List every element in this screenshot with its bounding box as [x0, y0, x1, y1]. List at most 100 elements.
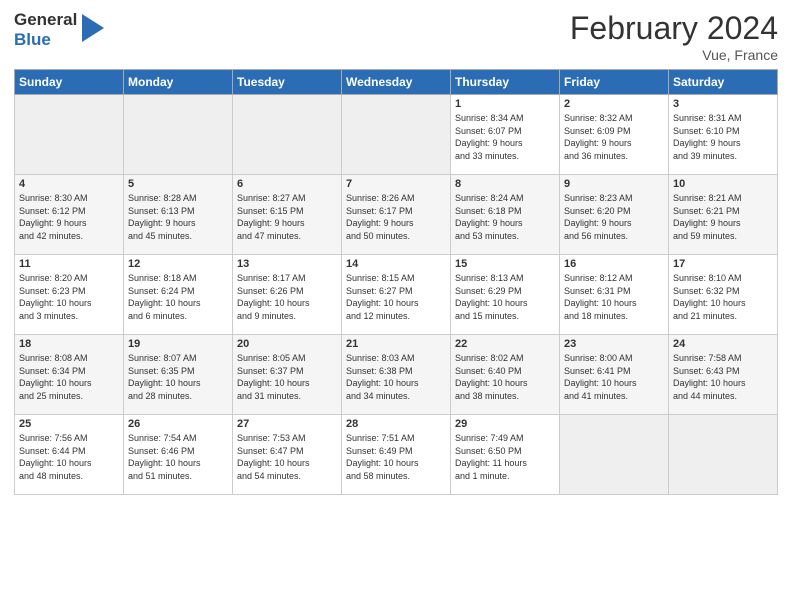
- day-info: Sunrise: 8:18 AM Sunset: 6:24 PM Dayligh…: [128, 272, 228, 322]
- day-cell: 19Sunrise: 8:07 AM Sunset: 6:35 PM Dayli…: [124, 335, 233, 415]
- day-cell: 7Sunrise: 8:26 AM Sunset: 6:17 PM Daylig…: [342, 175, 451, 255]
- day-number: 16: [564, 258, 664, 270]
- day-info: Sunrise: 8:26 AM Sunset: 6:17 PM Dayligh…: [346, 192, 446, 242]
- day-cell: 22 Sunrise: 8:02 AM Sunset: 6:40 PM Dayli…: [451, 335, 560, 415]
- day-cell: [669, 415, 778, 495]
- day-cell: [15, 95, 124, 175]
- header-row: SundayMondayTuesdayWednesdayThursdayFrid…: [15, 70, 778, 95]
- day-number: 12: [128, 258, 228, 270]
- day-info: Sunrise: 7:51 AM Sunset: 6:49 PM Dayligh…: [346, 432, 446, 482]
- day-cell: 21 Sunrise: 8:03 AM Sunset: 6:38 PM Dayli…: [342, 335, 451, 415]
- day-info: Sunrise: 8:05 AM Sunset: 6:37 PM Dayligh…: [237, 352, 337, 402]
- day-number: 14: [346, 258, 446, 270]
- col-header-thursday: Thursday: [451, 70, 560, 95]
- day-info: Sunrise: 8:21 AM Sunset: 6:21 PM Dayligh…: [673, 192, 773, 242]
- day-cell: 24 Sunrise: 7:58 AM Sunset: 6:43 PM Dayli…: [669, 335, 778, 415]
- day-info: Sunrise: 8:17 AM Sunset: 6:26 PM Dayligh…: [237, 272, 337, 322]
- day-cell: 23 Sunrise: 8:00 AM Sunset: 6:41 PM Dayli…: [560, 335, 669, 415]
- day-cell: 6 Sunrise: 8:27 AM Sunset: 6:15 PM Daylig…: [233, 175, 342, 255]
- day-number: 23: [564, 338, 664, 350]
- day-info: Sunrise: 8:24 AM Sunset: 6:18 PM Dayligh…: [455, 192, 555, 242]
- day-cell: [342, 95, 451, 175]
- day-info: Sunrise: 8:12 AM Sunset: 6:31 PM Dayligh…: [564, 272, 664, 322]
- header: General Blue February 2024 Vue, France: [14, 10, 778, 63]
- day-info: Sunrise: 7:49 AM Sunset: 6:50 PM Dayligh…: [455, 432, 555, 482]
- day-number: 6: [237, 178, 337, 190]
- day-cell: 5 Sunrise: 8:28 AM Sunset: 6:13 PM Daylig…: [124, 175, 233, 255]
- day-number: 17: [673, 258, 773, 270]
- col-header-sunday: Sunday: [15, 70, 124, 95]
- day-cell: 10 Sunrise: 8:21 AM Sunset: 6:21 PM Dayli…: [669, 175, 778, 255]
- day-cell: 25 Sunrise: 7:56 AM Sunset: 6:44 PM Dayli…: [15, 415, 124, 495]
- day-number: 19: [128, 338, 228, 350]
- day-cell: [233, 95, 342, 175]
- week-row-3: 18Sunrise: 8:08 AM Sunset: 6:34 PM Dayli…: [15, 335, 778, 415]
- day-info: Sunrise: 8:03 AM Sunset: 6:38 PM Dayligh…: [346, 352, 446, 402]
- day-cell: 17 Sunrise: 8:10 AM Sunset: 6:32 PM Dayli…: [669, 255, 778, 335]
- day-info: Sunrise: 8:27 AM Sunset: 6:15 PM Dayligh…: [237, 192, 337, 242]
- day-number: 13: [237, 258, 337, 270]
- day-number: 10: [673, 178, 773, 190]
- day-info: Sunrise: 8:23 AM Sunset: 6:20 PM Dayligh…: [564, 192, 664, 242]
- day-cell: 16 Sunrise: 8:12 AM Sunset: 6:31 PM Dayli…: [560, 255, 669, 335]
- day-info: Sunrise: 7:54 AM Sunset: 6:46 PM Dayligh…: [128, 432, 228, 482]
- day-number: 5: [128, 178, 228, 190]
- day-cell: 1Sunrise: 8:34 AM Sunset: 6:07 PM Daylig…: [451, 95, 560, 175]
- day-cell: 3Sunrise: 8:31 AM Sunset: 6:10 PM Daylig…: [669, 95, 778, 175]
- day-cell: 2 Sunrise: 8:32 AM Sunset: 6:09 PM Daylig…: [560, 95, 669, 175]
- day-cell: 15 Sunrise: 8:13 AM Sunset: 6:29 PM Dayli…: [451, 255, 560, 335]
- logo-text: General Blue: [14, 10, 77, 49]
- day-info: Sunrise: 8:00 AM Sunset: 6:41 PM Dayligh…: [564, 352, 664, 402]
- title-block: February 2024 Vue, France: [570, 10, 778, 63]
- day-info: Sunrise: 8:32 AM Sunset: 6:09 PM Dayligh…: [564, 112, 664, 162]
- day-info: Sunrise: 8:28 AM Sunset: 6:13 PM Dayligh…: [128, 192, 228, 242]
- calendar-page: General Blue February 2024 Vue, France S…: [0, 0, 792, 612]
- day-number: 21: [346, 338, 446, 350]
- day-info: Sunrise: 7:56 AM Sunset: 6:44 PM Dayligh…: [19, 432, 119, 482]
- week-row-4: 25 Sunrise: 7:56 AM Sunset: 6:44 PM Dayli…: [15, 415, 778, 495]
- logo: General Blue: [14, 10, 104, 49]
- day-cell: 8Sunrise: 8:24 AM Sunset: 6:18 PM Daylig…: [451, 175, 560, 255]
- day-number: 1: [455, 98, 555, 110]
- day-number: 24: [673, 338, 773, 350]
- day-cell: 20 Sunrise: 8:05 AM Sunset: 6:37 PM Dayli…: [233, 335, 342, 415]
- day-number: 26: [128, 418, 228, 430]
- day-cell: 27 Sunrise: 7:53 AM Sunset: 6:47 PM Dayli…: [233, 415, 342, 495]
- day-number: 22: [455, 338, 555, 350]
- day-info: Sunrise: 7:58 AM Sunset: 6:43 PM Dayligh…: [673, 352, 773, 402]
- day-info: Sunrise: 8:02 AM Sunset: 6:40 PM Dayligh…: [455, 352, 555, 402]
- day-number: 2: [564, 98, 664, 110]
- day-cell: 4 Sunrise: 8:30 AM Sunset: 6:12 PM Daylig…: [15, 175, 124, 255]
- day-info: Sunrise: 8:08 AM Sunset: 6:34 PM Dayligh…: [19, 352, 119, 402]
- day-cell: 18Sunrise: 8:08 AM Sunset: 6:34 PM Dayli…: [15, 335, 124, 415]
- day-number: 25: [19, 418, 119, 430]
- day-number: 4: [19, 178, 119, 190]
- day-cell: 12 Sunrise: 8:18 AM Sunset: 6:24 PM Dayli…: [124, 255, 233, 335]
- day-cell: 11Sunrise: 8:20 AM Sunset: 6:23 PM Dayli…: [15, 255, 124, 335]
- col-header-tuesday: Tuesday: [233, 70, 342, 95]
- day-cell: 29 Sunrise: 7:49 AM Sunset: 6:50 PM Dayli…: [451, 415, 560, 495]
- day-info: Sunrise: 7:53 AM Sunset: 6:47 PM Dayligh…: [237, 432, 337, 482]
- day-number: 9: [564, 178, 664, 190]
- day-info: Sunrise: 8:15 AM Sunset: 6:27 PM Dayligh…: [346, 272, 446, 322]
- day-number: 20: [237, 338, 337, 350]
- day-info: Sunrise: 8:20 AM Sunset: 6:23 PM Dayligh…: [19, 272, 119, 322]
- week-row-2: 11Sunrise: 8:20 AM Sunset: 6:23 PM Dayli…: [15, 255, 778, 335]
- day-info: Sunrise: 8:30 AM Sunset: 6:12 PM Dayligh…: [19, 192, 119, 242]
- col-header-friday: Friday: [560, 70, 669, 95]
- day-number: 27: [237, 418, 337, 430]
- day-number: 29: [455, 418, 555, 430]
- day-number: 15: [455, 258, 555, 270]
- day-cell: [124, 95, 233, 175]
- week-row-0: 1Sunrise: 8:34 AM Sunset: 6:07 PM Daylig…: [15, 95, 778, 175]
- day-info: Sunrise: 8:31 AM Sunset: 6:10 PM Dayligh…: [673, 112, 773, 162]
- day-cell: [560, 415, 669, 495]
- day-cell: 14 Sunrise: 8:15 AM Sunset: 6:27 PM Dayli…: [342, 255, 451, 335]
- day-info: Sunrise: 8:10 AM Sunset: 6:32 PM Dayligh…: [673, 272, 773, 322]
- day-info: Sunrise: 8:13 AM Sunset: 6:29 PM Dayligh…: [455, 272, 555, 322]
- col-header-wednesday: Wednesday: [342, 70, 451, 95]
- day-number: 28: [346, 418, 446, 430]
- calendar-title: February 2024: [570, 10, 778, 47]
- logo-general: General: [14, 10, 77, 30]
- logo-arrow-icon: [82, 14, 104, 42]
